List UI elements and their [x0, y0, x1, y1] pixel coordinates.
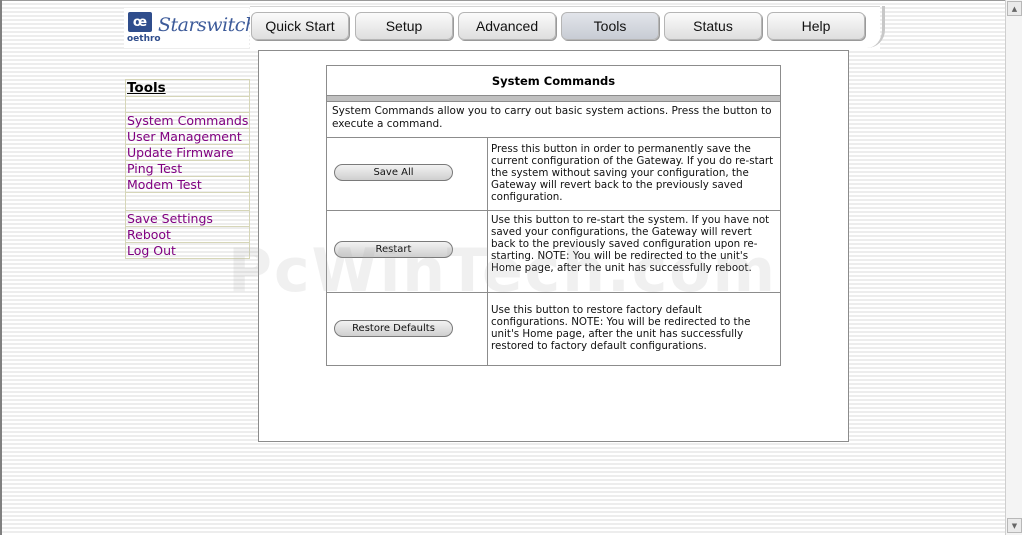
window-left-edge — [0, 0, 2, 535]
sidebar-link[interactable]: Save Settings — [127, 211, 213, 226]
sidebar-spacer — [125, 97, 250, 113]
system-commands-table: System Commands System Commands allow yo… — [326, 65, 781, 366]
sidebar-title: Tools — [127, 80, 166, 96]
scroll-up-arrow-icon[interactable]: ▲ — [1007, 1, 1022, 16]
sidebar-spacer — [125, 193, 250, 211]
sidebar-title-row: Tools — [125, 79, 250, 97]
sidebar-item-update-firmware[interactable]: Update Firmware — [125, 145, 250, 161]
window-top-edge — [0, 0, 1022, 1]
save-all-description: Press this button in order to permanentl… — [491, 143, 774, 203]
sidebar-link[interactable]: Update Firmware — [127, 145, 234, 160]
row-divider — [327, 137, 780, 138]
sidebar-item-user-management[interactable]: User Management — [125, 129, 250, 145]
sidebar-item-modem-test[interactable]: Modem Test — [125, 177, 250, 193]
scroll-down-arrow-icon[interactable]: ▼ — [1007, 518, 1022, 533]
oethro-logo-icon: œ — [128, 12, 152, 32]
intro-text: System Commands allow you to carry out b… — [332, 105, 772, 130]
vertical-scrollbar[interactable]: ▲ ▼ — [1005, 0, 1022, 535]
sidebar-link[interactable]: Modem Test — [127, 177, 202, 192]
title-separator — [327, 96, 780, 102]
watermark: PcWinTech.com — [228, 236, 778, 306]
sidebar-item-system-commands[interactable]: System Commands — [125, 113, 250, 129]
logo: œ oethro Starswitch — [124, 8, 257, 48]
sidebar-nav: Tools System Commands User Management Up… — [125, 79, 250, 259]
sidebar-link[interactable]: System Commands — [127, 113, 248, 128]
save-all-button[interactable]: Save All — [334, 164, 453, 181]
sidebar-item-ping-test[interactable]: Ping Test — [125, 161, 250, 177]
sidebar-link[interactable]: Ping Test — [127, 161, 182, 176]
tab-bar-curve — [865, 6, 885, 48]
tab-help[interactable]: Help — [767, 12, 865, 40]
tab-setup[interactable]: Setup — [355, 12, 453, 40]
sidebar-link[interactable]: Reboot — [127, 227, 171, 242]
tab-advanced[interactable]: Advanced — [458, 12, 556, 40]
sidebar-link[interactable]: User Management — [127, 129, 242, 144]
sidebar-link[interactable]: Log Out — [127, 243, 176, 258]
sidebar-item-save-settings[interactable]: Save Settings — [125, 211, 250, 227]
page-title: System Commands — [327, 66, 780, 96]
row-divider — [327, 210, 780, 211]
restore-defaults-button[interactable]: Restore Defaults — [334, 320, 453, 337]
tab-quick-start[interactable]: Quick Start — [251, 12, 349, 40]
logo-brand-text: oethro — [127, 34, 161, 44]
tab-status[interactable]: Status — [664, 12, 762, 40]
logo-product-name: Starswitch — [158, 14, 257, 36]
restore-defaults-description: Use this button to restore factory defau… — [491, 304, 751, 352]
tab-tools[interactable]: Tools — [561, 12, 659, 40]
